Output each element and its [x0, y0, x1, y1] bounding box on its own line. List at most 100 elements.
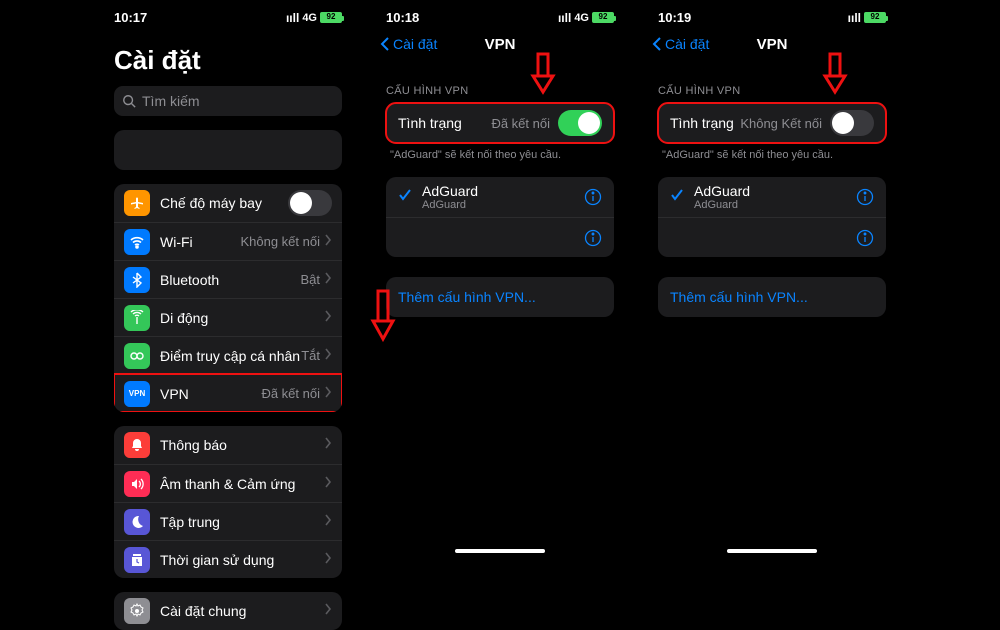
row-vpn-config[interactable]: AdGuard AdGuard — [658, 177, 886, 217]
battery-icon: 92 — [864, 12, 886, 23]
gear-icon — [124, 598, 150, 624]
vpn-toggle[interactable] — [558, 110, 602, 136]
vpn-config-group: AdGuard AdGuard — [658, 177, 886, 257]
battery-icon: 92 — [592, 12, 614, 23]
annotation-arrow-icon — [822, 52, 848, 96]
info-icon[interactable] — [856, 188, 874, 206]
info-icon[interactable] — [856, 229, 874, 247]
home-indicator[interactable] — [727, 549, 817, 553]
phone-screen-settings: 10:17 ııll 4G 92 Cài đặt Tìm kiếm Chế độ… — [100, 4, 356, 559]
row-label: Chế độ máy bay — [160, 195, 288, 211]
row-label: Tập trung — [160, 514, 324, 530]
annotation-arrow-icon — [530, 52, 556, 96]
info-icon[interactable] — [584, 229, 602, 247]
row-label: VPN — [160, 386, 261, 402]
config-name: AdGuard — [422, 183, 584, 199]
settings-group-connectivity: Chế độ máy bay Wi-Fi Không kết nối Bluet… — [114, 184, 342, 412]
row-label: Thông báo — [160, 437, 324, 453]
row-airplane[interactable]: Chế độ máy bay — [114, 184, 342, 222]
status-right: ııll 92 — [848, 11, 886, 25]
row-cellular[interactable]: Di động — [114, 298, 342, 336]
chevron-right-icon — [324, 475, 332, 493]
row-vpn-status[interactable]: Tình trạng Đã kết nối — [386, 103, 614, 143]
home-indicator[interactable] — [455, 549, 545, 553]
network-label: 4G — [302, 12, 317, 24]
section-header: CẤU HÌNH VPN — [372, 85, 628, 97]
network-label: 4G — [574, 12, 589, 24]
nav-title: VPN — [485, 36, 516, 53]
config-name: AdGuard — [694, 183, 856, 199]
signal-icon: ııll — [848, 11, 861, 25]
info-icon[interactable] — [584, 188, 602, 206]
row-label: Cài đặt chung — [160, 603, 324, 619]
signal-icon: ııll — [286, 11, 299, 25]
notification-icon — [124, 432, 150, 458]
row-detail: Đã kết nối — [261, 386, 320, 401]
chevron-right-icon — [324, 347, 332, 365]
row-bluetooth[interactable]: Bluetooth Bật — [114, 260, 342, 298]
search-placeholder: Tìm kiếm — [142, 93, 200, 109]
battery-icon: 92 — [320, 12, 342, 23]
vpn-config-group: AdGuard AdGuard — [386, 177, 614, 257]
sound-icon — [124, 471, 150, 497]
row-hotspot[interactable]: Điểm truy cập cá nhân Tắt — [114, 336, 342, 374]
row-detail: Bật — [300, 272, 320, 287]
footnote: "AdGuard" sẽ kết nối theo yêu cầu. — [644, 143, 900, 167]
checkmark-icon — [398, 188, 412, 207]
chevron-right-icon — [324, 551, 332, 569]
signal-icon: ııll — [558, 11, 571, 25]
hotspot-icon — [124, 343, 150, 369]
status-right: ııll 4G 92 — [558, 11, 614, 25]
row-screentime[interactable]: Thời gian sử dụng — [114, 540, 342, 578]
chevron-right-icon — [324, 436, 332, 454]
back-label: Cài đặt — [665, 36, 709, 52]
back-button[interactable]: Cài đặt — [652, 36, 709, 52]
row-vpn-blank[interactable] — [658, 217, 886, 257]
airplane-icon — [124, 190, 150, 216]
row-focus[interactable]: Tập trung — [114, 502, 342, 540]
chevron-right-icon — [324, 309, 332, 327]
row-sound[interactable]: Âm thanh & Cảm ứng — [114, 464, 342, 502]
row-vpn[interactable]: VPN VPN Đã kết nối — [114, 374, 342, 412]
row-vpn-blank[interactable] — [386, 217, 614, 257]
back-button[interactable]: Cài đặt — [380, 36, 437, 52]
row-label: Điểm truy cập cá nhân — [160, 348, 301, 364]
vpn-status-group: Tình trạng Đã kết nối — [386, 103, 614, 143]
row-vpn-config[interactable]: AdGuard AdGuard — [386, 177, 614, 217]
screentime-icon — [124, 547, 150, 573]
row-detail: Tắt — [301, 348, 320, 363]
search-icon — [122, 94, 136, 108]
config-subtitle: AdGuard — [694, 199, 856, 211]
row-vpn-status[interactable]: Tình trạng Không Kết nối — [658, 103, 886, 143]
nav-bar: Cài đặt VPN — [644, 27, 900, 61]
status-time: 10:17 — [114, 10, 147, 25]
chevron-right-icon — [324, 233, 332, 251]
cellular-icon — [124, 305, 150, 331]
add-vpn-button[interactable]: Thêm cấu hình VPN... — [658, 277, 886, 317]
row-wifi[interactable]: Wi-Fi Không kết nối — [114, 222, 342, 260]
status-label: Tình trạng — [398, 115, 491, 131]
checkmark-icon — [670, 188, 684, 207]
nav-title: VPN — [757, 36, 788, 53]
chevron-left-icon — [380, 36, 390, 52]
vpn-status-group: Tình trạng Không Kết nối — [658, 103, 886, 143]
status-bar: 10:17 ııll 4G 92 — [100, 4, 356, 27]
row-notifications[interactable]: Thông báo — [114, 426, 342, 464]
chevron-right-icon — [324, 513, 332, 531]
row-general[interactable]: Cài đặt chung — [114, 592, 342, 630]
vpn-toggle[interactable] — [830, 110, 874, 136]
account-card[interactable] — [114, 130, 342, 170]
add-vpn-button[interactable]: Thêm cấu hình VPN... — [386, 277, 614, 317]
back-label: Cài đặt — [393, 36, 437, 52]
chevron-left-icon — [652, 36, 662, 52]
status-time: 10:18 — [386, 10, 419, 25]
airplane-toggle[interactable] — [288, 190, 332, 216]
row-label: Âm thanh & Cảm ứng — [160, 476, 324, 492]
search-input[interactable]: Tìm kiếm — [114, 86, 342, 116]
status-right: ııll 4G 92 — [286, 11, 342, 25]
annotation-arrow-icon — [370, 289, 396, 344]
chevron-right-icon — [324, 271, 332, 289]
add-vpn-label: Thêm cấu hình VPN... — [670, 289, 808, 305]
footnote: "AdGuard" sẽ kết nối theo yêu cầu. — [372, 143, 628, 167]
focus-icon — [124, 509, 150, 535]
